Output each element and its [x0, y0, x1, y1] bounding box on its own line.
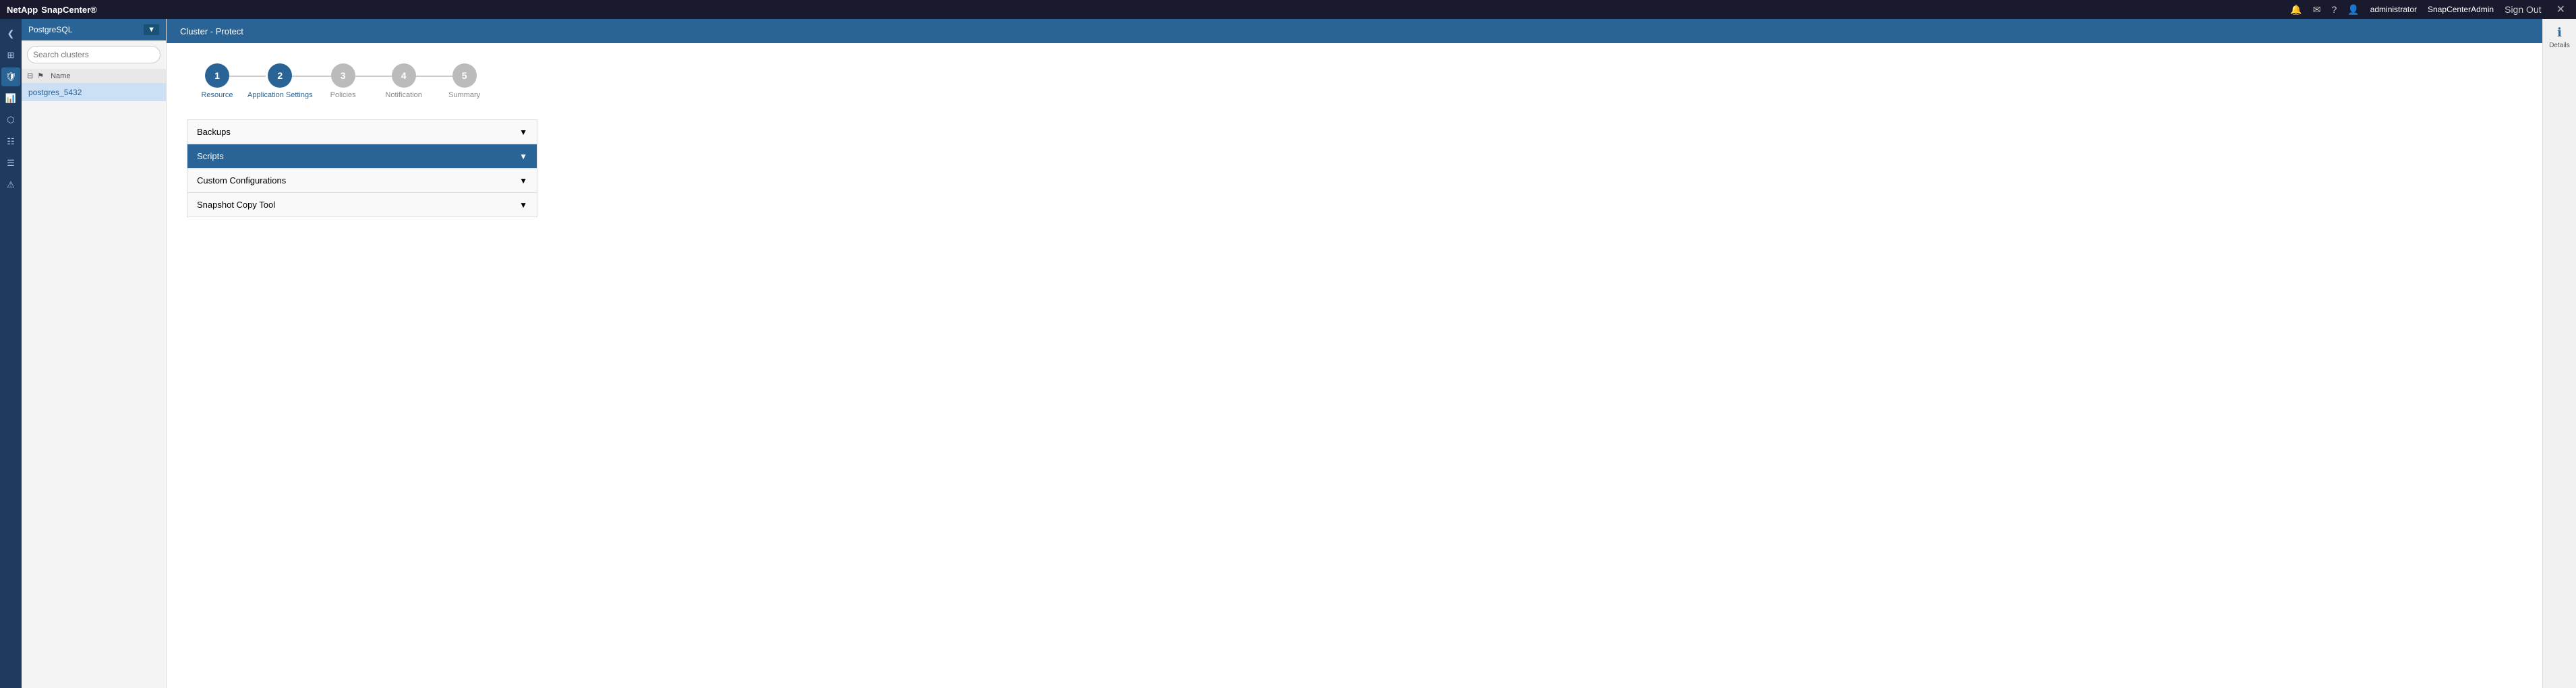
- nav-shield-icon[interactable]: 🛡: [1, 67, 20, 86]
- stepper: 1 Resource 2 Application Settings 3 Poli…: [187, 63, 2522, 99]
- step-4-label: Notification: [385, 91, 421, 99]
- list-item-postgres[interactable]: postgres_5432: [22, 84, 166, 101]
- accordion-chevron-backups: ▼: [519, 127, 527, 137]
- step-4-circle: 4: [392, 63, 416, 88]
- breadcrumb: Cluster - Protect: [180, 26, 243, 36]
- accordion-chevron-scripts: ▼: [519, 152, 527, 161]
- search-box: [22, 40, 166, 69]
- accordion-chevron-custom-configurations: ▼: [519, 176, 527, 185]
- nav-hierarchy-icon[interactable]: ☷: [1, 132, 20, 151]
- list-name-col: Name: [51, 72, 70, 80]
- brand-name: NetApp: [7, 5, 38, 15]
- step-5-circle: 5: [452, 63, 477, 88]
- bell-icon[interactable]: 🔔: [2290, 4, 2302, 16]
- mail-icon[interactable]: ✉: [2313, 4, 2321, 16]
- step-2: 2 Application Settings: [247, 63, 313, 99]
- accordion-header-custom-configurations[interactable]: Custom Configurations ▼: [187, 169, 537, 192]
- icon-sidebar: ❮ ⊞ 🛡 📊 ⬡ ☷ ☰ ⚠: [0, 19, 22, 688]
- search-input[interactable]: [27, 46, 160, 63]
- accordion: Backups ▼ Scripts ▼ Custom Configuration…: [187, 119, 537, 217]
- nav-alert-icon[interactable]: ⚠: [1, 175, 20, 194]
- step-2-circle: 2: [268, 63, 292, 88]
- accordion-label-scripts: Scripts: [197, 151, 224, 161]
- main-layout: ❮ ⊞ 🛡 📊 ⬡ ☷ ☰ ⚠ PostgreSQL ▼ ⊟ ⚑ Name po…: [0, 19, 2576, 688]
- top-bar-right: 🔔 ✉ ? 👤 administrator SnapCenterAdmin Si…: [2290, 3, 2569, 16]
- nav-grid-icon[interactable]: ⊞: [1, 46, 20, 65]
- left-panel: PostgreSQL ▼ ⊟ ⚑ Name postgres_5432: [22, 19, 167, 688]
- nav-chart-icon[interactable]: 📊: [1, 89, 20, 108]
- list-flag-col: ⚑: [37, 71, 44, 80]
- accordion-item-scripts: Scripts ▼: [187, 144, 537, 169]
- step-5-label: Summary: [448, 91, 480, 99]
- nav-list-icon[interactable]: ☰: [1, 154, 20, 173]
- help-icon[interactable]: ?: [2331, 4, 2337, 15]
- step-2-label: Application Settings: [247, 91, 313, 99]
- accordion-item-custom-configurations: Custom Configurations ▼: [187, 169, 537, 193]
- step-4: 4 Notification: [374, 63, 434, 99]
- top-bar-left: NetApp SnapCenter®: [7, 5, 97, 15]
- instance-label: SnapCenterAdmin: [2428, 5, 2494, 14]
- left-panel-dropdown-button[interactable]: ▼: [144, 24, 159, 35]
- nav-nodes-icon[interactable]: ⬡: [1, 111, 20, 130]
- accordion-label-snapshot-copy-tool: Snapshot Copy Tool: [197, 200, 275, 210]
- username-label: administrator: [2370, 5, 2417, 14]
- top-bar: NetApp SnapCenter® 🔔 ✉ ? 👤 administrator…: [0, 0, 2576, 19]
- content-area: Cluster - Protect 1 Resource 2 Applicati…: [167, 19, 2542, 688]
- accordion-item-backups: Backups ▼: [187, 120, 537, 144]
- wizard-area: 1 Resource 2 Application Settings 3 Poli…: [167, 43, 2542, 688]
- accordion-item-snapshot-copy-tool: Snapshot Copy Tool ▼: [187, 193, 537, 217]
- accordion-label-custom-configurations: Custom Configurations: [197, 175, 286, 185]
- step-3-circle: 3: [331, 63, 355, 88]
- user-icon: 👤: [2347, 4, 2359, 16]
- left-panel-header: PostgreSQL ▼: [22, 19, 166, 40]
- details-icon: ℹ: [2557, 26, 2562, 40]
- step-3-label: Policies: [330, 91, 356, 99]
- step-1-circle: 1: [205, 63, 229, 88]
- accordion-header-backups[interactable]: Backups ▼: [187, 120, 537, 144]
- signout-label[interactable]: Sign Out: [2505, 4, 2541, 15]
- left-panel-title: PostgreSQL: [28, 25, 72, 34]
- accordion-chevron-snapshot-copy-tool: ▼: [519, 200, 527, 210]
- step-5: 5 Summary: [434, 63, 495, 99]
- step-1-label: Resource: [201, 91, 233, 99]
- top-close-button[interactable]: ✕: [2552, 3, 2569, 16]
- app-logo: NetApp SnapCenter®: [7, 5, 97, 15]
- details-label: Details: [2549, 42, 2570, 49]
- nav-chevron-icon[interactable]: ❮: [1, 24, 20, 43]
- step-3: 3 Policies: [313, 63, 374, 99]
- content-header: Cluster - Protect: [167, 19, 2542, 43]
- list-icon-col: ⊟: [27, 71, 33, 80]
- step-1: 1 Resource: [187, 63, 247, 99]
- accordion-label-backups: Backups: [197, 127, 231, 137]
- product-name: SnapCenter®: [41, 5, 97, 15]
- list-header: ⊟ ⚑ Name: [22, 69, 166, 84]
- accordion-header-scripts[interactable]: Scripts ▼: [187, 144, 537, 168]
- details-panel: ℹ Details: [2542, 19, 2576, 688]
- accordion-header-snapshot-copy-tool[interactable]: Snapshot Copy Tool ▼: [187, 193, 537, 217]
